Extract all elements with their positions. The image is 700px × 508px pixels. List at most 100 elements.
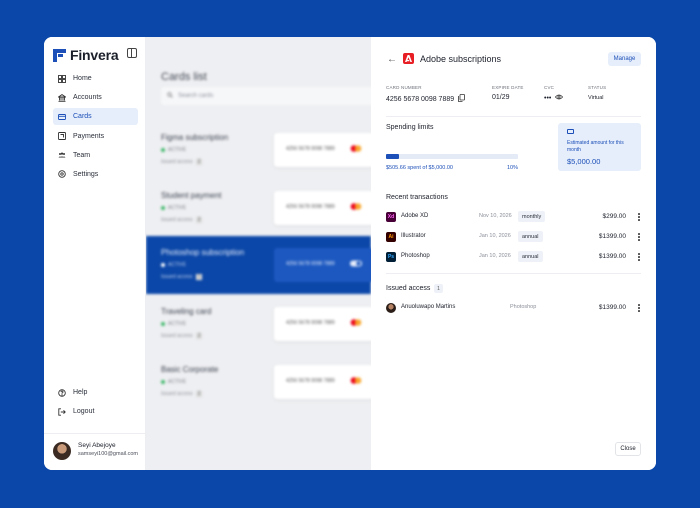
more-icon[interactable] (637, 252, 641, 262)
cvc-label: CVC (544, 85, 555, 90)
card-row-title: Figma subscription (161, 133, 229, 142)
close-button[interactable]: Close (615, 442, 641, 456)
mastercard-icon (350, 145, 362, 152)
issued-access: Issued access 2 (161, 159, 203, 165)
more-icon[interactable] (637, 212, 641, 222)
sidebar-item-label: Home (73, 75, 92, 82)
expire-label: EXPIRE DATE (492, 85, 524, 90)
search-placeholder: Search cards (178, 93, 214, 99)
card-preview: 4256 5678 0098 7889 (274, 191, 371, 225)
sidebar: Finvera Home Accounts Cards Payments Tea… (44, 37, 146, 470)
sidebar-item-cards[interactable]: Cards (53, 108, 138, 126)
copy-icon[interactable] (458, 94, 466, 104)
sidebar-item-label: Accounts (73, 94, 102, 102)
sidebar-item-label: Team (73, 151, 91, 159)
toggle-icon (350, 260, 362, 267)
frequency-badge: annual (518, 251, 543, 262)
estimate-label: Estimated amount for this month (567, 140, 624, 153)
bottom-nav: Help Logout (53, 384, 138, 422)
card-icon (58, 113, 66, 121)
avatar (386, 303, 396, 313)
sidebar-collapse-icon[interactable] (127, 48, 137, 58)
card-number-label: CARD NUMBER (386, 85, 422, 90)
profile-email: samseyi100@gmail.com (78, 451, 138, 457)
team-icon (58, 151, 66, 159)
spending-progress-text: $505.66 spent of $5,000.00 (386, 165, 453, 171)
frequency-badge: annual (518, 231, 543, 242)
transaction-name: Adobe XD (401, 213, 429, 219)
sidebar-item-logout[interactable]: Logout (53, 403, 138, 420)
transaction-amount: $1399.00 (598, 253, 626, 260)
card-row-student[interactable]: Student payment ACTIVE Issued access 2 42… (146, 179, 371, 237)
issued-access-title: Issued access (386, 285, 431, 292)
card-row-basic-corporate[interactable]: Basic Corporate ACTIVE Issued access 2 42… (146, 353, 371, 411)
sidebar-item-label: Settings (73, 170, 99, 178)
issued-access: Issued access 2 (161, 333, 203, 339)
sidebar-item-label: Cards (73, 113, 92, 121)
transaction-date: Nov 10, 2026 (479, 213, 512, 219)
sidebar-item-home[interactable]: Home (53, 70, 138, 87)
mastercard-icon (350, 203, 362, 210)
search-icon (167, 92, 173, 100)
grid-icon (58, 74, 66, 83)
card-row-title: Basic Corporate (161, 365, 219, 374)
divider (386, 116, 641, 117)
divider (386, 273, 641, 274)
sidebar-item-help[interactable]: Help (53, 384, 138, 401)
gear-icon (58, 170, 66, 179)
back-arrow-icon[interactable]: ← (387, 54, 397, 65)
card-row-photoshop[interactable]: Photoshop subscription ACTIVE Issued acc… (146, 236, 371, 294)
card-preview: 4256 5678 0098 7889 (274, 133, 371, 167)
more-icon[interactable] (637, 303, 641, 313)
transaction-row[interactable]: Xd Adobe XD Nov 10, 2026 monthly $299.00 (386, 210, 641, 224)
status-label: STATUS (588, 85, 607, 90)
app-window: Finvera Home Accounts Cards Payments Tea… (44, 37, 656, 470)
sidebar-item-settings[interactable]: Settings (53, 166, 138, 183)
user-profile[interactable]: Seyi Abejoye samseyi100@gmail.com (44, 433, 146, 460)
sidebar-item-label: Help (73, 389, 88, 396)
card-row-title: Photoshop subscription (161, 248, 245, 257)
sidebar-item-accounts[interactable]: Accounts (53, 89, 138, 106)
card-preview: 4256 5678 0098 7889 (274, 307, 371, 341)
brand[interactable]: Finvera (53, 47, 119, 63)
access-amount: $1399.00 (598, 304, 626, 311)
card-preview: 4256 5678 0098 7889 (274, 248, 371, 282)
page-title: Cards list (161, 71, 207, 83)
more-icon[interactable] (637, 232, 641, 242)
search-input[interactable]: Search cards (161, 87, 371, 105)
card-status: Virtual (588, 95, 604, 101)
cvc-value: ••• (544, 94, 564, 102)
card-icon (567, 129, 574, 134)
card-row-figma[interactable]: Figma subscription ACTIVE Issued access 2… (146, 121, 371, 179)
sidebar-item-team[interactable]: Team (53, 147, 138, 164)
manage-button[interactable]: Manage (608, 52, 641, 66)
card-row-title: Student payment (161, 191, 222, 200)
issued-access: Issued access 2 (161, 391, 203, 397)
transaction-date: Jan 10, 2026 (479, 233, 511, 239)
card-row-title: Traveling card (161, 307, 212, 316)
bank-icon (58, 93, 66, 102)
access-row[interactable]: Anuoluwapo Martins Photoshop $1399.00 (386, 301, 641, 315)
issued-access: Issued access 1 (161, 274, 203, 280)
illustrator-icon: Ai (386, 232, 396, 242)
spending-limits-title: Spending limits (386, 124, 434, 131)
issued-access-count: 1 (434, 284, 443, 293)
status-badge: ACTIVE (161, 205, 186, 211)
adobe-xd-icon: Xd (386, 212, 396, 222)
sidebar-item-payments[interactable]: Payments (53, 128, 138, 145)
expire-date: 01/29 (492, 94, 510, 101)
photoshop-icon: Ps (386, 252, 396, 262)
eye-icon[interactable] (555, 94, 564, 102)
transaction-row[interactable]: Ai Illustrator Jan 10, 2026 annual $1399… (386, 230, 641, 244)
card-preview: 4256 5678 0098 7889 (274, 365, 371, 399)
finvera-logo-icon (53, 48, 66, 62)
spending-progress-fill (386, 154, 400, 159)
transaction-date: Jan 10, 2026 (479, 253, 511, 259)
card-row-traveling[interactable]: Traveling card ACTIVE Issued access 2 425… (146, 295, 371, 353)
card-detail-panel: ← Adobe subscriptions Manage CARD NUMBER… (371, 37, 656, 470)
transaction-amount: $299.00 (602, 213, 627, 220)
status-badge: ACTIVE (161, 147, 186, 153)
profile-name: Seyi Abejoye (78, 442, 116, 449)
transaction-name: Illustrator (401, 233, 426, 239)
transaction-row[interactable]: Ps Photoshop Jan 10, 2026 annual $1399.0… (386, 250, 641, 264)
